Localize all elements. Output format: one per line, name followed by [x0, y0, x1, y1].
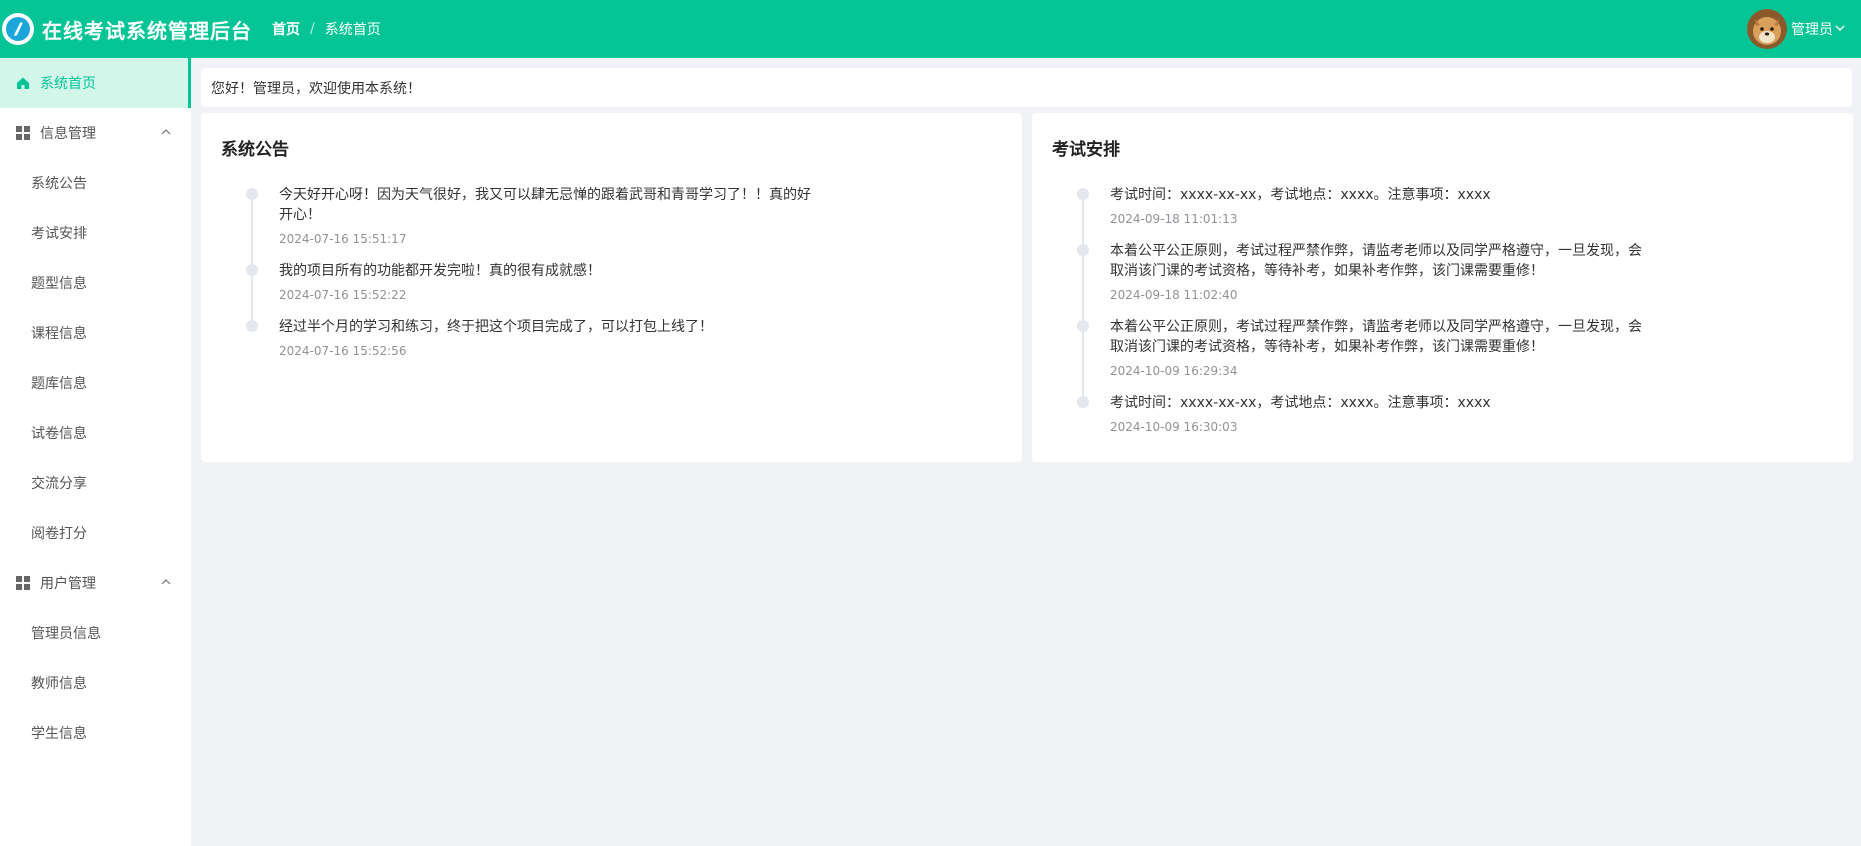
- breadcrumb-home-link[interactable]: 首页: [272, 19, 300, 39]
- timeline-item: 本着公平公正原则，考试过程严禁作弊，请监考老师以及同学严格遵守，一旦发现，会取消…: [1077, 317, 1802, 396]
- timeline-timestamp: 2024-07-16 15:51:17: [279, 232, 407, 246]
- avatar-icon[interactable]: [1747, 9, 1787, 49]
- sidebar-item-grading[interactable]: 阅卷打分: [0, 508, 191, 558]
- sidebar-item-courses[interactable]: 课程信息: [0, 308, 191, 358]
- exams-timeline: 考试时间：xxxx-xx-xx，考试地点：xxxx。注意事项：xxxx 2024…: [1077, 185, 1802, 449]
- sidebar: 系统首页 信息管理 系统公告 考试安排 题型信息 课程信息 题库信息 试卷信息 …: [0, 58, 191, 846]
- timeline-item: 今天好开心呀！因为天气很好，我又可以肆无忌惮的跟着武哥和青哥学习了！！真的好开心…: [246, 185, 971, 264]
- timeline-timestamp: 2024-07-16 15:52:56: [279, 344, 407, 358]
- timeline-timestamp: 2024-10-09 16:30:03: [1110, 420, 1238, 434]
- timeline-item: 考试时间：xxxx-xx-xx，考试地点：xxxx。注意事项：xxxx 2024…: [1077, 185, 1802, 244]
- sidebar-group-label: 信息管理: [40, 126, 96, 142]
- breadcrumb: 首页 / 系统首页: [272, 19, 381, 39]
- grid-icon: [16, 576, 30, 590]
- sidebar-item-label: 系统首页: [40, 76, 96, 92]
- breadcrumb-separator: /: [310, 21, 315, 37]
- timeline-item: 我的项目所有的功能都开发完啦！真的很有成就感！ 2024-07-16 15:52…: [246, 261, 971, 320]
- notices-timeline: 今天好开心呀！因为天气很好，我又可以肆无忌惮的跟着武哥和青哥学习了！！真的好开心…: [246, 185, 971, 373]
- timeline-line: [1082, 332, 1084, 396]
- sidebar-item-question-bank[interactable]: 题库信息: [0, 358, 191, 408]
- timeline-timestamp: 2024-10-09 16:29:34: [1110, 364, 1238, 378]
- app-logo-icon: [2, 13, 34, 45]
- timeline-item: 考试时间：xxxx-xx-xx，考试地点：xxxx。注意事项：xxxx 2024…: [1077, 393, 1802, 449]
- sidebar-group-label: 用户管理: [40, 576, 96, 592]
- chevron-down-icon[interactable]: [1835, 21, 1845, 37]
- chevron-up-icon: [161, 575, 171, 591]
- sidebar-item-teachers[interactable]: 教师信息: [0, 658, 191, 708]
- timeline-content: 我的项目所有的功能都开发完啦！真的很有成就感！: [279, 263, 601, 279]
- timeline-content: 考试时间：xxxx-xx-xx，考试地点：xxxx。注意事项：xxxx: [1110, 395, 1491, 411]
- timeline-dot: [1077, 188, 1089, 200]
- timeline-content: 本着公平公正原则，考试过程严禁作弊，请监考老师以及同学严格遵守，一旦发现，会取消…: [1110, 243, 1642, 279]
- chevron-up-icon: [161, 125, 171, 141]
- timeline-timestamp: 2024-09-18 11:01:13: [1110, 212, 1238, 226]
- sidebar-item-notices[interactable]: 系统公告: [0, 158, 191, 208]
- timeline-dot: [246, 264, 258, 276]
- card-title: 考试安排: [1052, 140, 1120, 160]
- timeline-dot: [246, 320, 258, 332]
- welcome-banner: 您好！管理员，欢迎使用本系统！: [201, 68, 1852, 107]
- card-title: 系统公告: [221, 140, 289, 160]
- notices-card: 系统公告 今天好开心呀！因为天气很好，我又可以肆无忌惮的跟着武哥和青哥学习了！！…: [201, 113, 1022, 462]
- timeline-line: [1082, 256, 1084, 320]
- top-header: 在线考试系统管理后台 首页 / 系统首页 管理员: [0, 0, 1861, 58]
- timeline-line: [251, 276, 253, 320]
- timeline-line: [1082, 200, 1084, 244]
- timeline-dot: [246, 188, 258, 200]
- sidebar-item-exam-schedule[interactable]: 考试安排: [0, 208, 191, 258]
- user-name[interactable]: 管理员: [1791, 19, 1833, 39]
- timeline-timestamp: 2024-09-18 11:02:40: [1110, 288, 1238, 302]
- sidebar-item-question-types[interactable]: 题型信息: [0, 258, 191, 308]
- timeline-dot: [1077, 244, 1089, 256]
- timeline-item: 本着公平公正原则，考试过程严禁作弊，请监考老师以及同学严格遵守，一旦发现，会取消…: [1077, 241, 1802, 320]
- timeline-content: 经过半个月的学习和练习，终于把这个项目完成了，可以打包上线了！: [279, 319, 713, 335]
- sidebar-group-users[interactable]: 用户管理: [0, 558, 191, 608]
- sidebar-item-papers[interactable]: 试卷信息: [0, 408, 191, 458]
- sidebar-item-students[interactable]: 学生信息: [0, 708, 191, 758]
- timeline-dot: [1077, 320, 1089, 332]
- app-title: 在线考试系统管理后台: [42, 18, 252, 43]
- timeline-content: 本着公平公正原则，考试过程严禁作弊，请监考老师以及同学严格遵守，一旦发现，会取消…: [1110, 319, 1642, 355]
- grid-icon: [16, 126, 30, 140]
- timeline-timestamp: 2024-07-16 15:52:22: [279, 288, 407, 302]
- timeline-content: 考试时间：xxxx-xx-xx，考试地点：xxxx。注意事项：xxxx: [1110, 187, 1491, 203]
- timeline-content: 今天好开心呀！因为天气很好，我又可以肆无忌惮的跟着武哥和青哥学习了！！真的好开心…: [279, 187, 811, 223]
- timeline-item: 经过半个月的学习和练习，终于把这个项目完成了，可以打包上线了！ 2024-07-…: [246, 317, 971, 373]
- breadcrumb-current: 系统首页: [324, 22, 381, 38]
- timeline-dot: [1077, 396, 1089, 408]
- home-icon: [16, 76, 30, 90]
- sidebar-item-admins[interactable]: 管理员信息: [0, 608, 191, 658]
- exams-card: 考试安排 考试时间：xxxx-xx-xx，考试地点：xxxx。注意事项：xxxx…: [1032, 113, 1853, 462]
- sidebar-item-sharing[interactable]: 交流分享: [0, 458, 191, 508]
- sidebar-item-home[interactable]: 系统首页: [0, 58, 191, 108]
- timeline-line: [251, 200, 253, 264]
- user-menu[interactable]: 管理员: [1747, 9, 1845, 49]
- sidebar-group-info[interactable]: 信息管理: [0, 108, 191, 158]
